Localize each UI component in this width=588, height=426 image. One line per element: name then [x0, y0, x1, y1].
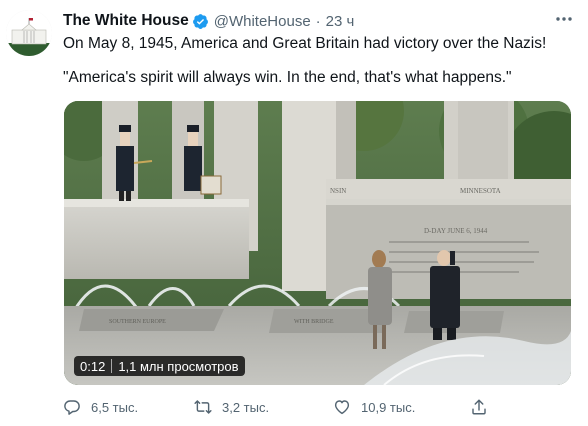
video-player[interactable]: NSIN MINNESOTA D-DAY JUNE 6, 1944 SOUTHE… [64, 101, 571, 385]
plaque-with-bridge: WITH BRIDGE [294, 319, 334, 325]
video-views: 1,1 млн просмотров [118, 358, 239, 374]
video-badge: 0:12 1,1 млн просмотров [74, 356, 245, 376]
badge-divider [111, 359, 113, 373]
reply-button[interactable]: 6,5 тыс. [63, 396, 138, 418]
video-duration: 0:12 [80, 358, 106, 374]
avatar[interactable] [6, 10, 52, 56]
retweet-button[interactable]: 3,2 тыс. [194, 396, 269, 418]
heart-icon [334, 400, 350, 415]
reply-icon [64, 400, 80, 415]
separator-dot: · [315, 12, 321, 30]
inscription-nsin: NSIN [330, 187, 346, 195]
retweet-icon [194, 400, 212, 414]
share-icon [472, 399, 486, 415]
handle[interactable]: @WhiteHouse [214, 13, 311, 30]
tweet-header: The White House @WhiteHouse · 23 ч [63, 11, 354, 31]
more-button[interactable] [551, 8, 577, 30]
tweet-text-line-2: "America's spirit will always win. In th… [63, 69, 512, 86]
plaque-southern-europe: SOUTHERN EUROPE [109, 319, 166, 325]
action-bar: 6,5 тыс. 3,2 тыс. 10,9 тыс. [60, 396, 580, 418]
retweet-count: 3,2 тыс. [222, 399, 270, 415]
white-house-logo-icon [6, 10, 52, 56]
like-button[interactable]: 10,9 тыс. [333, 396, 415, 418]
like-count: 10,9 тыс. [361, 399, 416, 415]
video-frame-image: NSIN MINNESOTA D-DAY JUNE 6, 1944 SOUTHE… [64, 101, 571, 385]
timestamp[interactable]: 23 ч [326, 13, 355, 30]
share-button[interactable] [470, 396, 498, 418]
more-dots-icon [556, 17, 572, 21]
inscription-minnesota: MINNESOTA [460, 187, 501, 195]
verified-badge-icon [192, 13, 208, 29]
tweet-text-line-1: On May 8, 1945, America and Great Britai… [63, 35, 547, 52]
display-name[interactable]: The White House [63, 12, 189, 30]
reply-count: 6,5 тыс. [91, 399, 139, 415]
inscription-d-day: D-DAY JUNE 6, 1944 [424, 227, 488, 235]
tweet: The White House @WhiteHouse · 23 ч On Ma… [0, 0, 588, 426]
